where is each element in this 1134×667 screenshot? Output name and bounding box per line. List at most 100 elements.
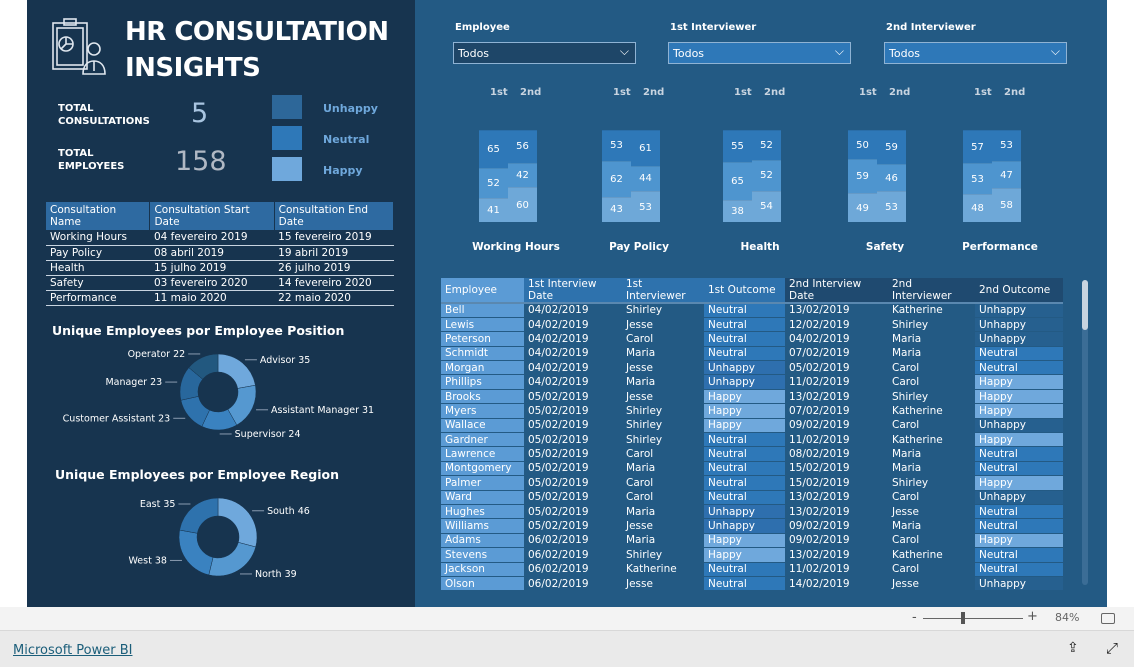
table-cell: 04/02/2019: [524, 303, 622, 318]
stacked-segment-happy[interactable]: 41: [479, 198, 508, 222]
table-cell: 08/02/2019: [785, 446, 888, 462]
table-cell: Jesse: [622, 389, 704, 405]
stacked-segment-unhappy[interactable]: 52: [752, 130, 781, 161]
stacked-segment-unhappy[interactable]: 61: [631, 130, 660, 166]
column-header[interactable]: 2nd Interviewer: [888, 278, 975, 304]
stacked-segment-happy[interactable]: 60: [508, 187, 537, 222]
zoom-slider[interactable]: [923, 618, 1023, 619]
table-cell: 06/02/2019: [524, 547, 622, 563]
zoom-bar: - + 84%: [0, 607, 1134, 631]
fullscreen-icon[interactable]: ⤢: [1106, 639, 1118, 657]
table-cell: Williams: [441, 518, 524, 534]
stacked-segment-happy[interactable]: 53: [877, 191, 906, 222]
stacked-segment-neutral[interactable]: 59: [848, 159, 877, 194]
zoom-slider-handle[interactable]: [961, 612, 965, 624]
table-cell: Gardner: [441, 432, 524, 448]
table-scrollbar[interactable]: [1082, 280, 1088, 585]
stacked-segment-happy[interactable]: 53: [631, 191, 660, 222]
stacked-segment-unhappy[interactable]: 53: [992, 130, 1021, 161]
chevron-down-icon[interactable]: ⌵: [1051, 44, 1060, 59]
filter-value: Todos: [889, 47, 921, 60]
table-cell: 04/02/2019: [785, 331, 888, 347]
table-cell: Maria: [622, 533, 704, 549]
chevron-down-icon[interactable]: ⌵: [620, 44, 629, 59]
stacked-segment-neutral[interactable]: 47: [992, 160, 1021, 189]
table-cell: Unhappy: [975, 317, 1063, 333]
table-cell: Unhappy: [704, 374, 785, 390]
stacked-segment-happy[interactable]: 48: [963, 194, 992, 222]
stacked-segment-unhappy[interactable]: 65: [479, 130, 508, 168]
zoom-in-button[interactable]: +: [1027, 609, 1038, 624]
scrollbar-thumb[interactable]: [1082, 280, 1088, 330]
table-cell: Olson: [441, 576, 524, 592]
table-cell: Maria: [622, 504, 704, 520]
donut-slice-west[interactable]: [178, 529, 214, 576]
table-cell: Katherine: [888, 547, 975, 563]
table-cell: Brooks: [441, 389, 524, 405]
table-cell: Unhappy: [975, 576, 1063, 592]
column-header[interactable]: Employee: [441, 278, 524, 304]
stacked-segment-happy[interactable]: 54: [752, 190, 781, 222]
share-icon[interactable]: ⇪: [1067, 640, 1079, 656]
table-cell: Neutral: [704, 331, 785, 347]
table-cell: Katherine: [622, 562, 704, 577]
stacked-segment-happy[interactable]: 58: [992, 188, 1021, 222]
table-cell: Carol: [888, 562, 975, 577]
table-row: Myers 05/02/2019 Shirley Happy 07/02/2019 Kat…: [441, 403, 1063, 419]
stacked-segment-unhappy[interactable]: 56: [508, 130, 537, 163]
stacked-segment-neutral[interactable]: 46: [877, 164, 906, 192]
stacked-segment-unhappy[interactable]: 50: [848, 130, 877, 160]
stacked-segment-unhappy[interactable]: 53: [602, 130, 631, 161]
donut-slice-south[interactable]: [217, 497, 258, 548]
donut-slice-east[interactable]: [179, 497, 219, 534]
table-row: Peterson 04/02/2019 Carol Neutral 04/02/2019…: [441, 331, 1063, 347]
column-header[interactable]: 2nd Outcome: [975, 278, 1063, 304]
table-cell: Jesse: [888, 576, 975, 592]
filter-dropdown-0[interactable]: Todos ⌵: [453, 42, 636, 64]
column-label-2nd: 2nd: [889, 87, 911, 98]
power-bi-link[interactable]: Microsoft Power BI: [13, 643, 132, 658]
column-header[interactable]: 2nd Interview Date: [785, 278, 888, 304]
left-panel: HR CONSULTATION INSIGHTS TOTAL CONSULTAT…: [27, 0, 415, 607]
column-label-1st: 1st: [613, 87, 631, 98]
zoom-out-button[interactable]: -: [912, 610, 917, 625]
filter-dropdown-2[interactable]: Todos ⌵: [884, 42, 1067, 64]
table-cell: Shirley: [888, 317, 975, 333]
stacked-segment-neutral[interactable]: 52: [479, 167, 508, 199]
column-label-2nd: 2nd: [520, 87, 542, 98]
table-cell: 05/02/2019: [524, 403, 622, 419]
chevron-down-icon[interactable]: ⌵: [835, 44, 844, 59]
filter-dropdown-1[interactable]: Todos ⌵: [668, 42, 851, 64]
stacked-segment-happy[interactable]: 43: [602, 196, 631, 222]
table-cell: Katherine: [888, 403, 975, 419]
table-cell: Carol: [888, 533, 975, 549]
stacked-segment-unhappy[interactable]: 57: [963, 130, 992, 164]
stacked-segment-neutral[interactable]: 44: [631, 165, 660, 192]
table-row: Bell 04/02/2019 Shirley Neutral 13/02/2019 Ka…: [441, 303, 1063, 318]
table-cell: Happy: [975, 403, 1063, 419]
stacked-segment-unhappy[interactable]: 59: [877, 130, 906, 165]
card-title: Performance: [962, 241, 1038, 253]
stacked-segment-happy[interactable]: 38: [723, 199, 752, 222]
column-header[interactable]: 1st Outcome: [704, 278, 785, 304]
table-cell: Unhappy: [704, 360, 785, 376]
table-cell: Maria: [888, 446, 975, 462]
stacked-segment-neutral[interactable]: 62: [602, 160, 631, 197]
table-cell: 13/02/2019: [785, 303, 888, 318]
stacked-segment-neutral[interactable]: 52: [752, 160, 781, 191]
stacked-segment-neutral[interactable]: 65: [723, 162, 752, 200]
stacked-segment-unhappy[interactable]: 55: [723, 130, 752, 163]
column-header[interactable]: 1st Interviewer: [622, 278, 704, 304]
table-cell: Jesse: [888, 504, 975, 520]
donut-slice-advisor[interactable]: [217, 353, 256, 389]
stacked-segment-neutral[interactable]: 53: [963, 163, 992, 195]
table-row: Wallace 05/02/2019 Shirley Happy 09/02/2019 C…: [441, 418, 1063, 434]
table-cell: Carol: [888, 360, 975, 376]
table-cell: Shirley: [888, 475, 975, 491]
column-header[interactable]: 1st Interview Date: [524, 278, 622, 304]
donut-slice-north[interactable]: [208, 542, 257, 577]
table-cell: Carol: [622, 475, 704, 491]
stacked-segment-happy[interactable]: 49: [848, 193, 877, 222]
stacked-segment-neutral[interactable]: 42: [508, 162, 537, 188]
fit-page-icon[interactable]: [1101, 613, 1115, 624]
